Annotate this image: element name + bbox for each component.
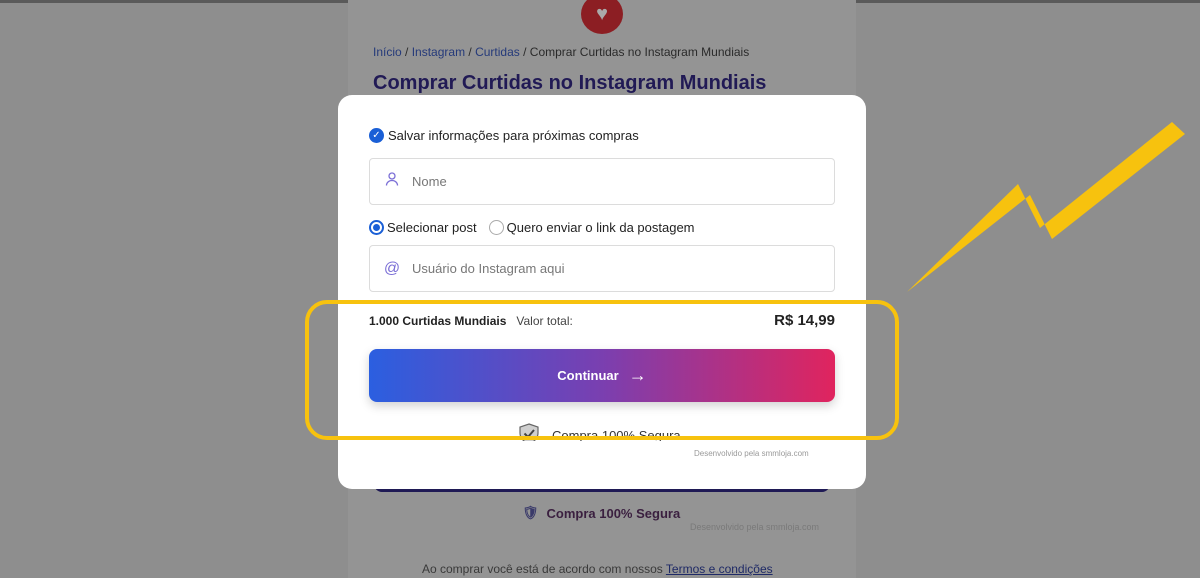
breadcrumb-home[interactable]: Início: [373, 45, 402, 59]
radio-send-link[interactable]: Quero enviar o link da postagem: [488, 220, 695, 235]
at-icon: @: [383, 259, 401, 277]
instagram-username-field[interactable]: @: [369, 245, 835, 292]
radio-select-post-button[interactable]: [369, 220, 384, 235]
instagram-username-input[interactable]: [412, 261, 812, 276]
radio-send-link-button[interactable]: [488, 220, 504, 235]
save-info-checkbox-row[interactable]: ✓ Salvar informações para próximas compr…: [369, 128, 639, 143]
terms-link[interactable]: Termos e condições: [666, 562, 773, 576]
name-input[interactable]: [412, 174, 812, 189]
background-secure-badge: 🛡 Compra 100% Segura: [522, 505, 681, 521]
post-selection-radio-group: Selecionar post Quero enviar o link da p…: [369, 220, 703, 235]
save-info-checkbox[interactable]: ✓: [369, 128, 384, 143]
shield-check-icon: 🛡: [522, 505, 539, 520]
background-dev-credit: Desenvolvido pela smmloja.com: [690, 522, 820, 532]
page-title: Comprar Curtidas no Instagram Mundiais: [373, 72, 767, 94]
annotation-highlight-box: [305, 300, 899, 440]
save-info-label: Salvar informações para próximas compras: [388, 128, 639, 143]
name-field[interactable]: [369, 158, 835, 205]
terms-text: Ao comprar você está de acordo com nosso…: [422, 562, 773, 576]
annotation-arrow-icon: [907, 122, 1185, 292]
breadcrumb-curtidas[interactable]: Curtidas: [475, 45, 520, 59]
breadcrumb-current: Comprar Curtidas no Instagram Mundiais: [529, 45, 750, 59]
user-icon: [382, 171, 402, 192]
radio-select-post[interactable]: Selecionar post: [369, 220, 477, 235]
breadcrumb: Início / Instagram / Curtidas / Comprar …: [373, 45, 750, 59]
dev-credit: Desenvolvido pela smmloja.com: [694, 449, 809, 458]
breadcrumb-instagram[interactable]: Instagram: [412, 45, 465, 59]
